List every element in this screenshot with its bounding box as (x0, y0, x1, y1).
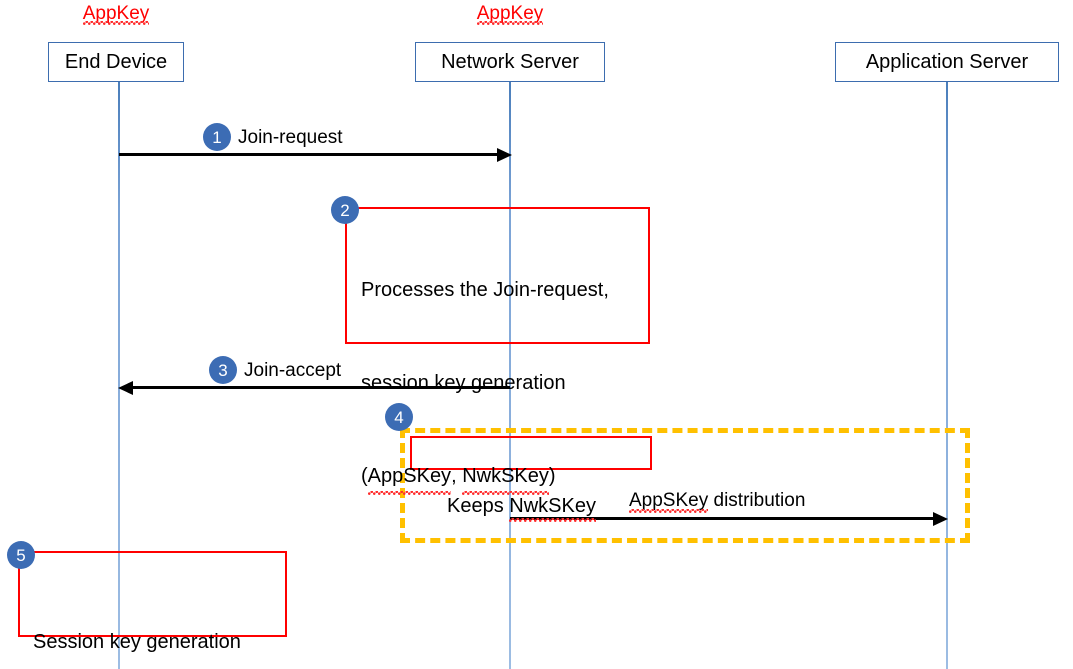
arrowhead-right-icon-join-request (497, 147, 512, 162)
actor-name-end-device: End Device (64, 51, 168, 73)
lifeline-application-server (946, 82, 948, 669)
note-text-step-5: Session key generation (AppSKey, NwkSKey… (33, 565, 241, 669)
note-text-keeps-nwkskey: Keeps NwkSKey (447, 441, 596, 571)
sequence-diagram: AppKey End Device AppKey Network Server … (0, 0, 1073, 669)
arrowhead-right-icon-appskey-distribution (933, 511, 948, 526)
note-line-keeps-nwkskey: Keeps NwkSKey (447, 495, 596, 522)
actor-box-network-server[interactable]: Network Server (415, 42, 605, 82)
step-badge-1: 1 (203, 123, 231, 151)
note-line-1: Processes the Join-request, (361, 279, 609, 301)
message-line-join-request (119, 153, 497, 156)
step-badge-2: 2 (331, 196, 359, 224)
actor-box-application-server[interactable]: Application Server (835, 42, 1059, 82)
arrowhead-left-icon-join-accept (118, 380, 133, 395)
appkey-text-end-device: AppKey (82, 3, 150, 25)
message-label-appskey-distribution: AppSKey distribution (629, 490, 806, 513)
appskey-text-distribution: AppSKey (629, 490, 709, 513)
actor-key-label-end-device: AppKey (48, 3, 184, 25)
appskey-text-step-2: AppSKey (367, 461, 452, 495)
step-badge-4: 4 (385, 403, 413, 431)
step-badge-5: 5 (7, 541, 35, 569)
actor-name-network-server: Network Server (441, 51, 579, 73)
actor-key-label-network-server: AppKey (415, 3, 605, 25)
actor-name-application-server: Application Server (865, 51, 1029, 73)
nwkskey-text-step-4: NwkSKey (509, 495, 596, 522)
message-label-join-request: Join-request (238, 127, 343, 148)
note-line-1: Session key generation (33, 631, 241, 653)
message-label-join-accept: Join-accept (244, 360, 342, 381)
note-line-2: session key generation (361, 372, 566, 394)
appkey-text-network-server: AppKey (476, 3, 544, 25)
step-badge-3: 3 (209, 356, 237, 384)
actor-box-end-device[interactable]: End Device (48, 42, 184, 82)
